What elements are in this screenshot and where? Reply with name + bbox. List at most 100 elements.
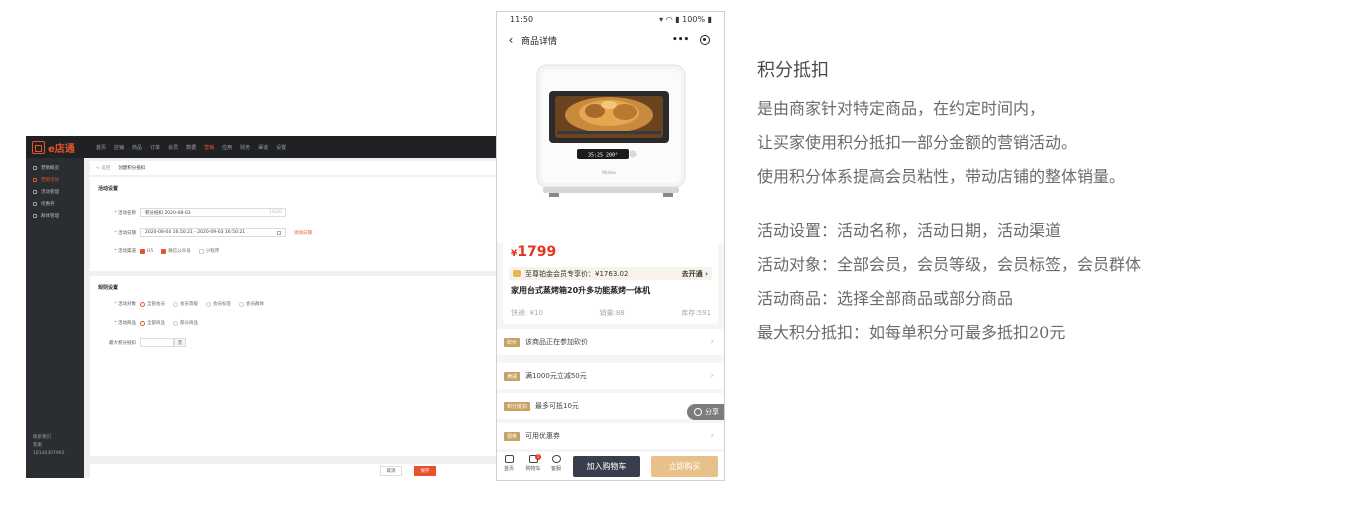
detail-line: 活动对象：全部会员，会员等级，会员标签，会员群体	[757, 255, 1142, 274]
sales-count: 销量:88	[599, 309, 625, 317]
add-date-link[interactable]: 添加日期	[294, 230, 312, 236]
promo-discount[interactable]: 满减 满1000元立减50元 ›	[497, 363, 724, 389]
product-image[interactable]: 35:25 200° Midea	[497, 53, 724, 243]
service-label: 客服	[33, 443, 42, 448]
sidebar-footer: 联系我们 客服 18146307965	[33, 434, 65, 458]
page: e店通 首页 店铺 商品 订单 会员 数据 营销 应用 财务 渠道 设置 营销概…	[0, 0, 1372, 507]
promo-tag: 满减	[504, 371, 521, 381]
input-value: 2020-08-04 16:50:21 - 2020-09-03 16:50:2…	[145, 230, 246, 235]
chevron-right-icon: ›	[710, 371, 714, 381]
activity-date-input[interactable]: 2020-08-04 16:50:21 - 2020-09-03 16:50:2…	[140, 228, 286, 237]
form-actions: 取消 保存	[90, 464, 496, 478]
topnav-item[interactable]: 设置	[276, 144, 286, 151]
breadcrumb: < 返回 创建积分抵扣	[90, 161, 496, 175]
max-points-input[interactable]	[140, 338, 174, 347]
save-button[interactable]: 保存	[414, 466, 436, 476]
logo-text: e店通	[48, 143, 75, 155]
join-member-link[interactable]: 去开通 ›	[682, 269, 708, 279]
max-points-row: 最大积分抵扣 元	[96, 338, 186, 347]
target-group-radio[interactable]: 会员群体	[239, 301, 264, 307]
signal-icon: ▾ ◠ ▮	[659, 15, 680, 24]
description-line: 使用积分体系提高会员粘性，带动店铺的整体销量。	[757, 167, 1126, 186]
target-level-radio[interactable]: 会员等级	[173, 301, 198, 307]
back-link[interactable]: < 返回	[96, 165, 110, 171]
sidebar-item-manage[interactable]: 活动管理	[26, 186, 84, 198]
group-icon	[33, 214, 37, 218]
topnav-item[interactable]: 订单	[150, 144, 160, 151]
channel-h5-checkbox[interactable]: H5	[140, 248, 153, 254]
chevron-right-icon: ›	[710, 337, 714, 347]
target-tag-radio[interactable]: 会员标签	[206, 301, 231, 307]
activity-date-row: * 活动日期 2020-08-04 16:50:21 - 2020-09-03 …	[114, 228, 312, 237]
contact-label[interactable]: 联系我们	[33, 434, 65, 442]
topnav-item[interactable]: 店铺	[114, 144, 124, 151]
char-count: 10/20	[269, 210, 282, 215]
field-label: 最大积分抵扣	[109, 340, 136, 346]
topnav-item[interactable]: 财务	[240, 144, 250, 151]
sidebar-item-coupons[interactable]: 优惠券	[26, 198, 84, 210]
activity-channel-row: * 活动渠道 H5 微信公众号 小程序	[114, 248, 220, 254]
channel-wechat-checkbox[interactable]: 微信公众号	[161, 248, 191, 254]
service-phone: 18146307965	[33, 451, 65, 456]
topnav-item-marketing[interactable]: 营销	[204, 144, 214, 151]
status-bar: 11:50 ▾ ◠ ▮ 100% ▮	[497, 12, 724, 27]
sidebar-item-activities[interactable]: 营销活动	[26, 174, 84, 186]
topnav-item[interactable]: 首页	[96, 144, 106, 151]
admin-window: e店通 首页 店铺 商品 订单 会员 数据 营销 应用 财务 渠道 设置 营销概…	[26, 136, 496, 478]
field-label: 活动日期	[118, 230, 136, 236]
battery-level: 100%	[682, 15, 706, 24]
store-icon	[32, 140, 45, 154]
promo-bargain[interactable]: 砍价 该商品正在参加砍价 ›	[497, 329, 724, 355]
goods-partial-radio[interactable]: 部分商品	[173, 320, 198, 326]
share-button[interactable]: 分享	[687, 404, 724, 420]
promo-coupon[interactable]: 领券 可用优惠券 ›	[497, 423, 724, 449]
tab-service[interactable]: 客服	[546, 455, 566, 472]
calendar-icon	[277, 230, 281, 235]
topnav-item[interactable]: 数据	[186, 144, 196, 151]
add-to-cart-button[interactable]: 加入购物车	[573, 456, 640, 477]
section-title: 活动设置	[98, 186, 119, 192]
sidebar-item-label: 营销活动	[41, 178, 59, 183]
sidebar-item-label: 群体管理	[41, 214, 59, 219]
field-label: 活动商品	[118, 321, 136, 326]
sidebar-item-groups[interactable]: 群体管理	[26, 210, 84, 222]
goods-all-radio[interactable]: 全部商品	[140, 320, 165, 326]
member-price-bar[interactable]: 至尊铂金会员专享价：¥1763.02 去开通 ›	[509, 267, 712, 280]
promo-tag: 积分抵扣	[504, 401, 531, 411]
detail-line: 最大积分抵扣：如每单积分可最多抵扣20元	[757, 323, 1066, 342]
topnav-item[interactable]: 应用	[222, 144, 232, 151]
bottom-action-bar: 首页 1 购物车 客服 加入购物车 立即购买	[497, 452, 724, 480]
chat-icon	[551, 455, 561, 463]
oven-brand-text: Midea	[602, 170, 616, 176]
field-label: 活动名称	[118, 210, 136, 216]
input-value: 积分抵扣 2020-08-03	[145, 210, 191, 216]
tab-cart[interactable]: 1 购物车	[523, 454, 543, 472]
tab-home[interactable]: 首页	[499, 455, 519, 472]
page-title: 商品详情	[521, 36, 558, 47]
field-label: 活动对象	[118, 302, 136, 307]
sidebar-item-overview[interactable]: 营销概览	[26, 162, 84, 174]
battery-icon: ▮	[707, 15, 712, 24]
unit-label: 元	[174, 338, 186, 347]
activity-target-row: * 活动对象 全部会员 会员等级 会员标签 会员群体	[114, 301, 264, 307]
breadcrumb-current: 创建积分抵扣	[118, 166, 146, 171]
buy-now-button[interactable]: 立即购买	[651, 456, 718, 477]
topnav-item[interactable]: 商品	[132, 144, 142, 151]
back-icon[interactable]: ‹	[501, 33, 521, 47]
miniprogram-capsule: •••	[666, 31, 716, 48]
activity-goods-row: * 活动商品 全部商品 部分商品	[114, 320, 198, 326]
logo[interactable]: e店通	[26, 140, 90, 155]
activity-settings-panel: 活动设置 * 活动名称 积分抵扣 2020-08-03 10/20 * 活动日期…	[90, 177, 496, 271]
more-icon[interactable]: •••	[672, 35, 689, 45]
cancel-button[interactable]: 取消	[380, 466, 402, 476]
promo-tag: 领券	[504, 431, 521, 441]
promo-tag: 砍价	[504, 337, 521, 347]
activity-name-input[interactable]: 积分抵扣 2020-08-03 10/20	[140, 208, 286, 217]
close-miniprogram-icon[interactable]	[700, 34, 710, 45]
promo-text: 满1000元立减50元	[525, 372, 587, 380]
topnav-item[interactable]: 会员	[168, 144, 178, 151]
target-all-radio[interactable]: 全部会员	[140, 301, 165, 307]
section-title: 规则设置	[98, 285, 119, 291]
topnav-item[interactable]: 渠道	[258, 144, 268, 151]
channel-miniprogram-checkbox[interactable]: 小程序	[198, 248, 219, 254]
